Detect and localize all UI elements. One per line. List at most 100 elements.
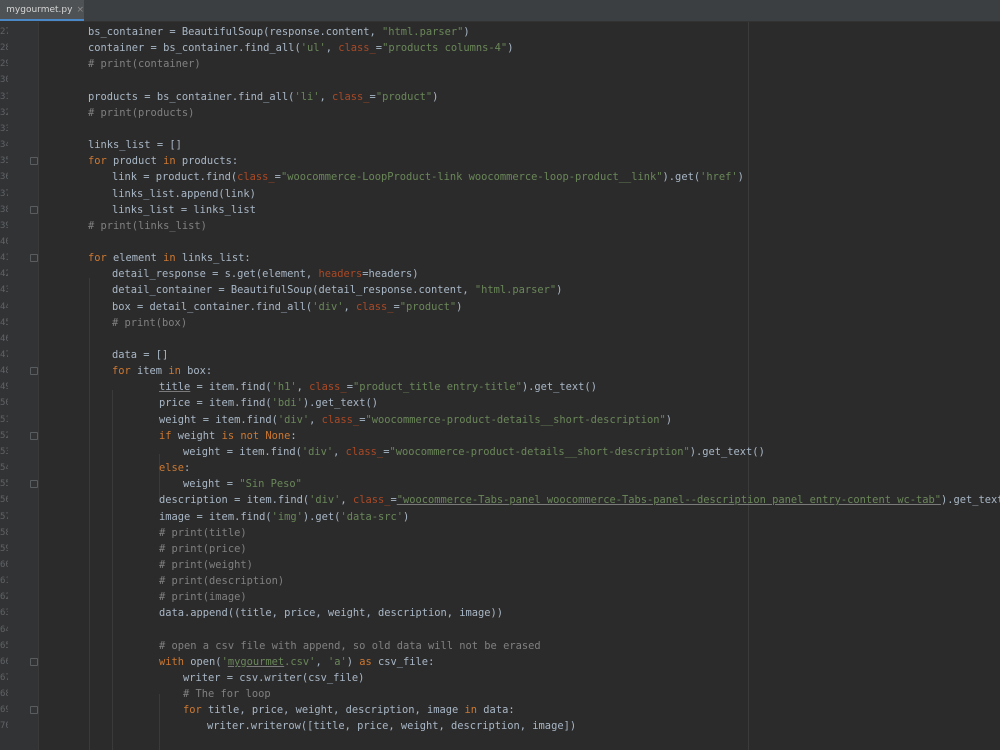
code-text: # print(links_list) [88,218,207,234]
code-line[interactable]: 43 detail_container = BeautifulSoup(detai… [0,282,1000,298]
fold-marker-icon[interactable] [30,657,38,666]
code-line[interactable]: 64 [0,622,1000,638]
code-line[interactable]: 59 # print(price) [0,541,1000,557]
code-text: # print(title) [159,525,247,541]
code-text: data.append((title, price, weight, descr… [159,605,503,621]
code-line[interactable]: 47 data = [] [0,347,1000,363]
code-line[interactable]: 70 writer.writerow([title, price, weight,… [0,718,1000,734]
code-token: title [159,381,191,394]
code-token: # print(links_list) [88,219,207,232]
code-token: data = [] [112,349,169,361]
code-line[interactable]: 38 links_list = links_list [0,202,1000,218]
code-token: # print(box) [112,316,188,329]
code-line[interactable]: 61 # print(description) [0,573,1000,589]
line-number: 57 [0,511,8,522]
line-number: 42 [0,269,8,280]
code-line[interactable]: 28 container = bs_container.find_all('ul'… [0,40,1000,56]
line-number: 61 [0,576,8,587]
close-icon[interactable]: × [76,5,84,15]
code-token: "woocommerce-Tabs-panel woocommerce-Tabs… [396,494,941,507]
code-line[interactable]: 67 writer = csv.writer(csv_file) [0,670,1000,686]
code-line[interactable]: 62 # print(image) [0,589,1000,605]
code-token: , [296,381,310,394]
code-token: "product" [399,300,457,313]
code-line[interactable]: 57 image = item.find('img').get('data-src… [0,509,1000,525]
fold-marker-icon[interactable] [30,157,38,166]
code-token: # print(products) [88,106,195,119]
code-line[interactable]: 46 [0,331,1000,347]
code-line[interactable]: 41 for element in links_list: [0,250,1000,266]
code-token: "woocommerce-product-details__short-desc… [365,413,666,426]
code-line[interactable]: 69 for title, price, weight, description,… [0,702,1000,718]
code-line[interactable]: 30 [0,72,1000,88]
code-line[interactable]: 52 if weight is not None: [0,428,1000,444]
line-number: 34 [0,140,8,151]
code-text: # print(image) [159,589,247,605]
code-token: weight = [183,478,240,491]
code-token: weight = item.find( [159,413,278,426]
code-text: products = bs_container.find_all('li', c… [88,89,438,105]
code-token: ) [432,90,439,103]
line-number: 36 [0,172,8,183]
fold-marker-icon[interactable] [30,254,38,263]
line-number: 44 [0,301,8,312]
code-line[interactable]: 50 price = item.find('bdi').get_text() [0,395,1000,411]
code-line[interactable]: 37 links_list.append(link) [0,186,1000,202]
code-line[interactable]: 45 # print(box) [0,315,1000,331]
code-line[interactable]: 58 # print(title) [0,525,1000,541]
code-line[interactable]: 31 products = bs_container.find_all('li',… [0,89,1000,105]
code-token: else [159,462,185,475]
code-line[interactable]: 36 link = product.find(class_="woocommerc… [0,169,1000,185]
code-text: # open a csv file with append, so old da… [159,638,541,654]
code-line[interactable]: 34 links_list = [] [0,137,1000,153]
code-token: 'div' [301,445,334,458]
code-line[interactable]: 66 with open('mygourmet.csv', 'a') as csv… [0,654,1000,670]
code-line[interactable]: 40 [0,234,1000,250]
code-text: title = item.find('h1', class_="product_… [159,379,597,395]
code-line[interactable]: 49 title = item.find('h1', class_="produc… [0,379,1000,395]
code-line[interactable]: 33 [0,121,1000,137]
fold-marker-icon[interactable] [30,367,38,376]
line-number: 67 [0,673,8,683]
code-token: # print(image) [159,591,247,604]
code-line[interactable]: 60 # print(weight) [0,557,1000,573]
code-line[interactable]: 35 for product in products: [0,153,1000,169]
fold-marker-icon[interactable] [30,480,38,489]
code-text: writer = csv.writer(csv_file) [183,670,364,686]
code-line[interactable]: 29 # print(container) [0,56,1000,72]
code-token: for [88,252,107,265]
code-line[interactable]: 39 # print(links_list) [0,218,1000,234]
code-line[interactable]: 48 for item in box: [0,363,1000,379]
code-token: = item.find( [190,381,272,394]
code-line[interactable]: 51 weight = item.find('div', class_="wooc… [0,412,1000,428]
code-token: # print(weight) [159,558,253,571]
code-editor[interactable]: 27 bs_container = BeautifulSoup(response.… [0,22,1000,750]
code-token: mygourmet [227,655,285,668]
code-token: class_ [321,413,360,426]
code-token: "woocommerce-LoopProduct-link woocommerc… [280,171,663,184]
fold-marker-icon[interactable] [30,205,38,214]
code-token: 'img' [271,510,303,523]
line-number: 59 [0,543,8,554]
code-token: in [163,252,176,265]
code-line[interactable]: 63 data.append((title, price, weight, des… [0,605,1000,621]
code-token: container = bs_container.find_all( [88,42,301,55]
fold-marker-icon[interactable] [30,706,38,715]
code-line[interactable]: 32 # print(products) [0,105,1000,121]
code-line[interactable]: 54 else: [0,460,1000,476]
code-line[interactable]: 53 weight = item.find('div', class_="wooc… [0,444,1000,460]
code-line[interactable]: 44 box = detail_container.find_all('div',… [0,299,1000,315]
code-line[interactable]: 55 weight = "Sin Peso" [0,476,1000,492]
code-line[interactable]: 65 # open a csv file with append, so old … [0,638,1000,654]
code-text: link = product.find(class_="woocommerce-… [112,169,744,185]
line-number: 58 [0,527,8,538]
code-line[interactable]: 42 detail_response = s.get(element, heade… [0,266,1000,282]
code-text: # print(box) [112,315,187,331]
tab-mygourmet-py[interactable]: mygourmet.py × [0,0,84,21]
code-line[interactable]: 56 description = item.find('div', class_=… [0,492,1000,508]
code-line[interactable]: 68 # The for loop [0,686,1000,702]
code-line[interactable]: 27 bs_container = BeautifulSoup(response.… [0,24,1000,40]
code-text: links_list = [] [88,137,182,153]
fold-marker-icon[interactable] [30,431,38,440]
code-token: element [106,252,164,265]
